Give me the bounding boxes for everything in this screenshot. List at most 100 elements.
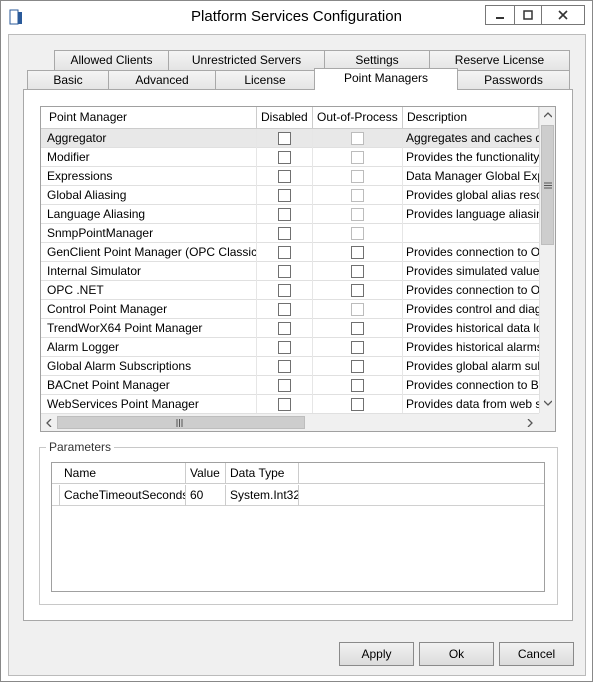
scroll-down-arrow-icon[interactable] <box>540 395 555 411</box>
parameter-row[interactable]: CacheTimeoutSeconds 60 System.Int32 <box>52 485 544 506</box>
disabled-checkbox[interactable] <box>278 303 291 316</box>
table-row[interactable]: Language Aliasing Provides language alias… <box>41 205 539 224</box>
disabled-checkbox[interactable] <box>278 341 291 354</box>
disabled-checkbox[interactable] <box>278 322 291 335</box>
out-of-process-checkbox <box>351 170 364 183</box>
tab-unrestricted-servers[interactable]: Unrestricted Servers <box>168 50 325 71</box>
out-of-process-checkbox[interactable] <box>351 341 364 354</box>
dialog-window: Platform Services Configuration Allowed … <box>0 0 593 682</box>
table-row[interactable]: Alarm Logger Provides historical alarms <box>41 338 539 357</box>
apply-button[interactable]: Apply <box>339 642 414 666</box>
disabled-checkbox[interactable] <box>278 170 291 183</box>
disabled-cell <box>257 357 313 376</box>
scroll-up-arrow-icon[interactable] <box>540 107 555 123</box>
parameter-name[interactable]: CacheTimeoutSeconds <box>60 485 186 506</box>
point-manager-description <box>403 224 539 243</box>
row-indicator <box>52 485 60 506</box>
close-button[interactable] <box>541 5 585 25</box>
out-of-process-cell <box>313 224 403 243</box>
out-of-process-checkbox[interactable] <box>351 379 364 392</box>
disabled-checkbox[interactable] <box>278 227 291 240</box>
column-header-description[interactable]: Description <box>403 107 539 129</box>
out-of-process-checkbox[interactable] <box>351 398 364 411</box>
disabled-cell <box>257 224 313 243</box>
table-row[interactable]: Modifier Provides the functionality <box>41 148 539 167</box>
tab-basic[interactable]: Basic <box>27 70 109 91</box>
point-manager-description: Provides connection to O <box>406 283 539 297</box>
ok-button[interactable]: Ok <box>419 642 494 666</box>
column-header-data-type[interactable]: Data Type <box>226 463 299 484</box>
disabled-checkbox[interactable] <box>278 379 291 392</box>
table-row[interactable]: Aggregator Aggregates and caches d <box>41 129 539 148</box>
tab-allowed-clients[interactable]: Allowed Clients <box>54 50 169 71</box>
tab-advanced[interactable]: Advanced <box>108 70 216 91</box>
vertical-scrollbar[interactable] <box>539 107 555 413</box>
column-header-disabled[interactable]: Disabled <box>257 107 313 129</box>
scroll-right-arrow-icon[interactable] <box>522 415 538 431</box>
table-row[interactable]: Control Point Manager Provides control an… <box>41 300 539 319</box>
table-row[interactable]: SnmpPointManager <box>41 224 539 243</box>
disabled-checkbox[interactable] <box>278 265 291 278</box>
out-of-process-checkbox[interactable] <box>351 322 364 335</box>
vertical-scroll-thumb[interactable] <box>541 125 554 245</box>
point-manager-description: Provides global alarm sub <box>406 359 539 373</box>
column-header-value[interactable]: Value <box>186 463 226 484</box>
table-row[interactable]: TrendWorX64 Point Manager Provides histor… <box>41 319 539 338</box>
out-of-process-cell <box>313 357 403 376</box>
parameters-grid[interactable]: Name Value Data Type CacheTimeoutSeconds… <box>51 462 545 592</box>
point-managers-grid[interactable]: Point Manager Disabled Out-of-Process De… <box>40 106 556 432</box>
tab-point-managers[interactable]: Point Managers <box>314 68 458 90</box>
table-row[interactable]: Expressions Data Manager Global Exp <box>41 167 539 186</box>
point-manager-description: Provides global alias reso <box>406 188 539 202</box>
disabled-checkbox[interactable] <box>278 246 291 259</box>
disabled-checkbox[interactable] <box>278 208 291 221</box>
scroll-left-arrow-icon[interactable] <box>41 415 57 431</box>
out-of-process-checkbox[interactable] <box>351 360 364 373</box>
point-manager-name: Language Aliasing <box>41 205 257 224</box>
table-row[interactable]: Global Aliasing Provides global alias res… <box>41 186 539 205</box>
parameters-label: Parameters <box>46 440 115 454</box>
minimize-button[interactable] <box>485 5 515 25</box>
table-row[interactable]: Internal Simulator Provides simulated val… <box>41 262 539 281</box>
disabled-checkbox[interactable] <box>278 189 291 202</box>
disabled-cell <box>257 186 313 205</box>
point-manager-description: Provides historical alarms <box>406 340 539 354</box>
out-of-process-cell <box>313 205 403 224</box>
out-of-process-cell <box>313 338 403 357</box>
table-row[interactable]: Global Alarm Subscriptions Provides globa… <box>41 357 539 376</box>
tab-license[interactable]: License <box>215 70 315 91</box>
out-of-process-cell <box>313 148 403 167</box>
disabled-checkbox[interactable] <box>278 132 291 145</box>
out-of-process-checkbox <box>351 227 364 240</box>
out-of-process-checkbox <box>351 151 364 164</box>
horizontal-scrollbar[interactable] <box>41 413 539 431</box>
parameter-data-type[interactable]: System.Int32 <box>226 485 299 506</box>
disabled-checkbox[interactable] <box>278 151 291 164</box>
table-row[interactable]: BACnet Point Manager Provides connection … <box>41 376 539 395</box>
out-of-process-cell <box>313 186 403 205</box>
disabled-checkbox[interactable] <box>278 398 291 411</box>
out-of-process-checkbox[interactable] <box>351 284 364 297</box>
point-manager-description: Provides data from web s <box>406 397 539 411</box>
table-row[interactable]: GenClient Point Manager (OPC Classic) Pro… <box>41 243 539 262</box>
column-header-point-manager[interactable]: Point Manager <box>41 107 257 129</box>
table-row[interactable]: OPC .NET Provides connection to O <box>41 281 539 300</box>
cancel-button[interactable]: Cancel <box>499 642 574 666</box>
point-manager-name: Internal Simulator <box>41 262 257 281</box>
out-of-process-checkbox[interactable] <box>351 265 364 278</box>
column-header-out-of-process[interactable]: Out-of-Process <box>313 107 403 129</box>
disabled-checkbox[interactable] <box>278 284 291 297</box>
point-manager-name: WebServices Point Manager <box>41 395 257 414</box>
table-row[interactable]: WebServices Point Manager Provides data f… <box>41 395 539 414</box>
out-of-process-checkbox[interactable] <box>351 246 364 259</box>
horizontal-scroll-thumb[interactable] <box>57 416 305 429</box>
maximize-button[interactable] <box>514 5 542 25</box>
disabled-checkbox[interactable] <box>278 360 291 373</box>
column-header-name[interactable]: Name <box>60 463 186 484</box>
parameter-value[interactable]: 60 <box>186 485 226 506</box>
title-bar[interactable]: Platform Services Configuration <box>1 1 592 34</box>
tab-passwords[interactable]: Passwords <box>457 70 570 91</box>
disabled-cell <box>257 205 313 224</box>
point-manager-description: Provides language aliasin <box>406 207 539 221</box>
out-of-process-cell <box>313 243 403 262</box>
